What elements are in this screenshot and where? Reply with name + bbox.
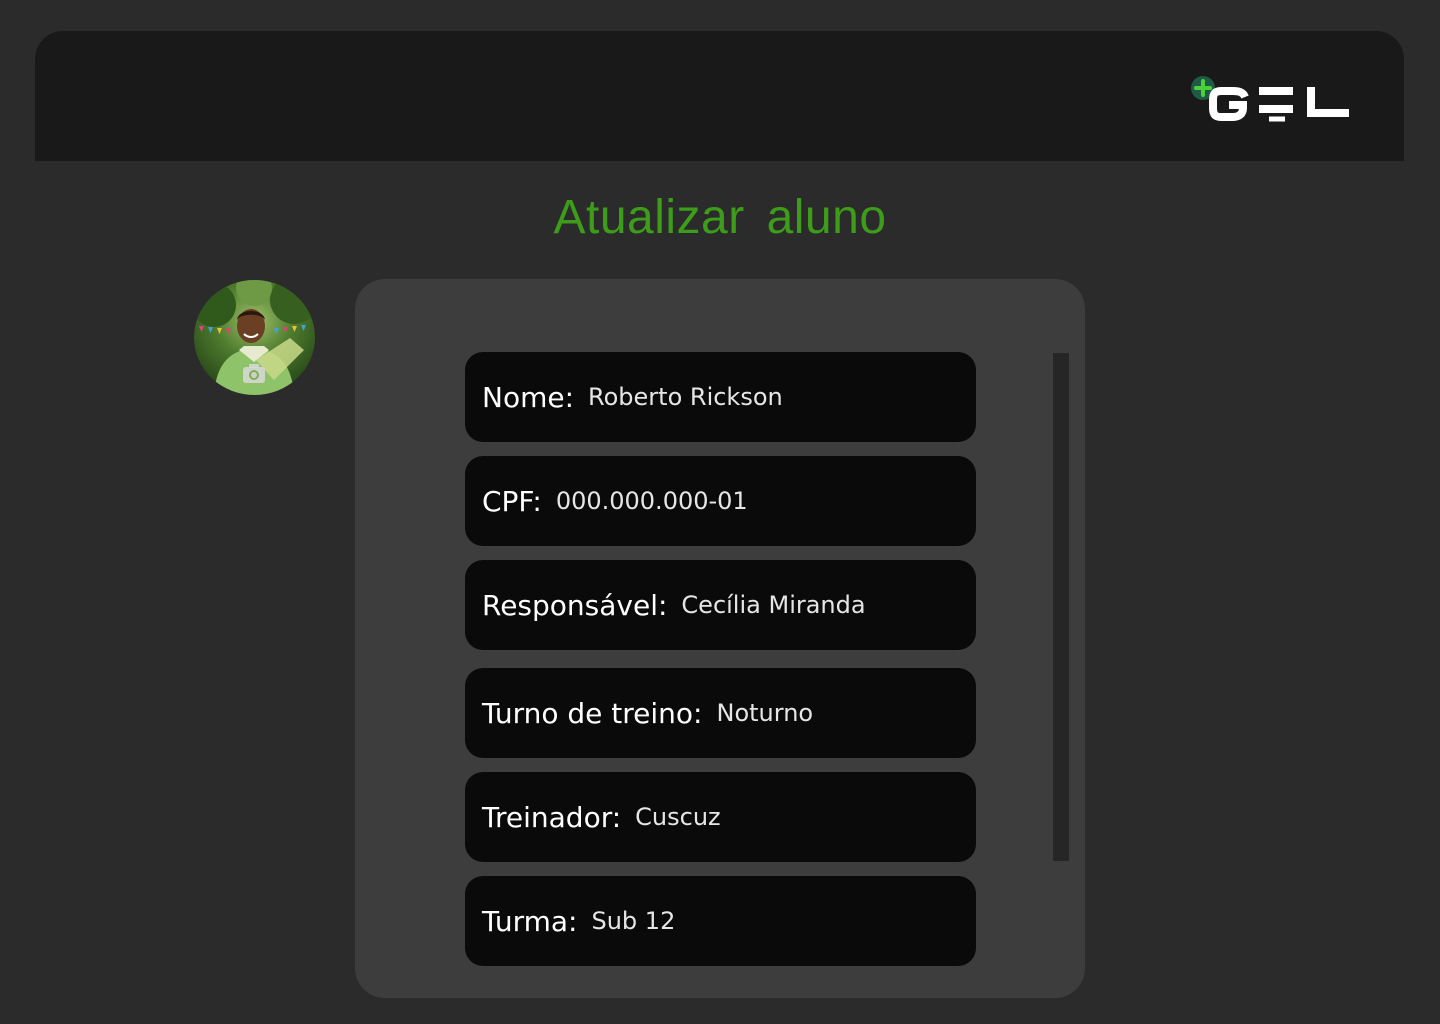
page-title: Atualizar aluno <box>553 191 887 244</box>
field-turma[interactable]: Turma: Sub 12 <box>465 876 976 966</box>
field-label: Nome: <box>482 380 575 414</box>
field-value[interactable]: Roberto Rickson <box>588 383 783 411</box>
field-label: Turno de treino: <box>482 696 703 730</box>
student-avatar-upload[interactable] <box>194 280 315 395</box>
field-cpf[interactable]: CPF: 000.000.000-01 <box>465 456 976 546</box>
field-label: CPF: <box>482 484 542 518</box>
field-value[interactable]: Sub 12 <box>591 907 675 935</box>
field-value[interactable]: Cuscuz <box>635 803 720 831</box>
gol-logo[interactable] <box>1189 75 1364 127</box>
field-label: Treinador: <box>482 800 622 834</box>
field-nome[interactable]: Nome: Roberto Rickson <box>465 352 976 442</box>
field-label: Turma: <box>482 904 578 938</box>
field-value[interactable]: Cecília Miranda <box>681 591 865 619</box>
top-header <box>35 31 1404 161</box>
avatar-photo <box>194 280 315 395</box>
field-responsavel[interactable]: Responsável: Cecília Miranda <box>465 560 976 650</box>
field-value[interactable]: Noturno <box>717 699 814 727</box>
field-treinador[interactable]: Treinador: Cuscuz <box>465 772 976 862</box>
field-label: Responsável: <box>482 588 668 622</box>
logo-wordmark <box>1209 87 1349 122</box>
form-scrollbar[interactable] <box>1053 353 1069 861</box>
field-value[interactable]: 000.000.000-01 <box>556 487 748 515</box>
field-turno-de-treino[interactable]: Turno de treino: Noturno <box>465 668 976 758</box>
